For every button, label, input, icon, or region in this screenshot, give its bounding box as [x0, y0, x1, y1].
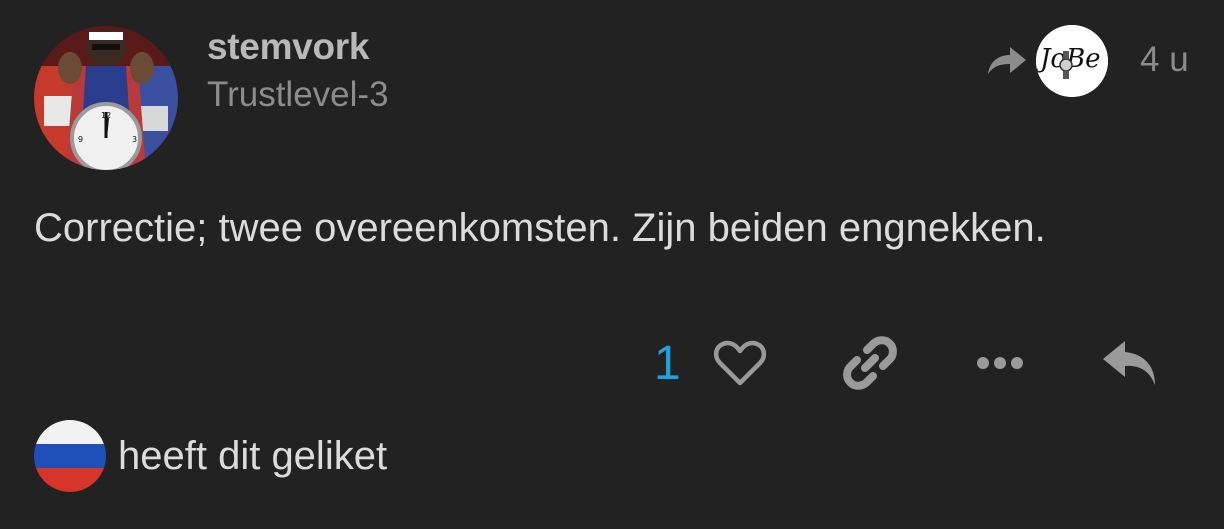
like-count[interactable]: 1: [654, 336, 681, 391]
liked-by-row: heeft dit geliket: [34, 420, 387, 492]
copy-link-button[interactable]: [840, 330, 900, 396]
reply-to-avatar[interactable]: JoBe: [1036, 25, 1108, 97]
reply-to-indicator[interactable]: JoBe: [986, 24, 1108, 98]
svg-text:9: 9: [78, 135, 83, 144]
post-date[interactable]: 4 u: [1140, 40, 1189, 80]
author-username[interactable]: stemvork: [207, 26, 369, 68]
liker-avatar[interactable]: [34, 420, 106, 492]
reply-button[interactable]: [1100, 330, 1160, 396]
author-title: Trustlevel-3: [207, 75, 389, 114]
post-body: Correctie; twee overeenkomsten. Zijn bei…: [34, 206, 1046, 250]
more-actions-button[interactable]: [970, 330, 1030, 396]
svg-text:3: 3: [132, 135, 137, 144]
reply-icon: [1103, 341, 1155, 385]
like-button[interactable]: [710, 330, 770, 396]
share-arrow-icon: [988, 47, 1026, 74]
post-container: 12 3 9 stemvork Trustlevel-3 JoBe 4 u Co…: [0, 0, 1224, 529]
svg-text:12: 12: [101, 111, 111, 120]
ellipsis-icon: [977, 357, 1023, 369]
post-actions: 1: [0, 330, 1224, 400]
author-avatar[interactable]: 12 3 9: [34, 26, 178, 170]
russian-flag-avatar: [34, 420, 106, 492]
link-icon: [843, 336, 897, 390]
liked-by-text: heeft dit geliket: [118, 433, 388, 478]
heart-outline-icon: [713, 340, 767, 386]
avatar-image: 12 3 9: [34, 26, 178, 170]
jobe-logo-icon: JoBe: [1036, 25, 1108, 97]
